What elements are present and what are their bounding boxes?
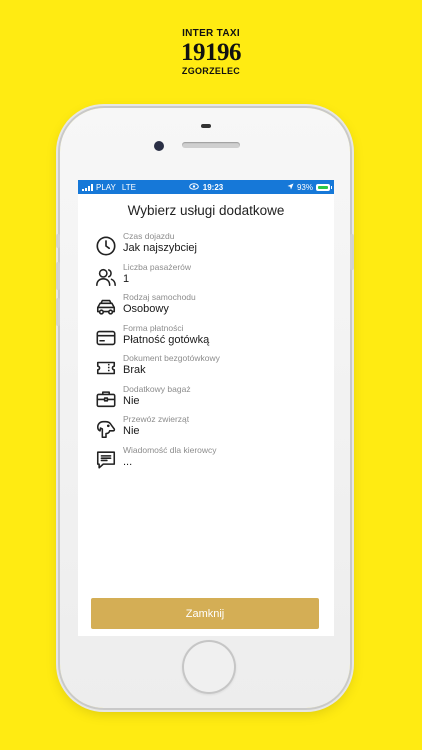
credit-card-icon <box>95 327 117 349</box>
home-button[interactable] <box>182 640 236 694</box>
option-label: Czas dojazdu <box>123 231 175 241</box>
passengers-icon <box>95 266 117 288</box>
network-type: LTE <box>121 182 136 192</box>
brand-logo: INTER TAXI 19196 ZGORZELEC <box>0 28 422 77</box>
option-value: Płatność gotówką <box>123 333 210 346</box>
eye-icon <box>188 182 199 192</box>
phone-volume-down <box>56 298 60 326</box>
phone-power-button <box>350 234 354 270</box>
battery-icon <box>316 183 332 191</box>
option-extra-luggage[interactable]: Dodatkowy bagaż Nie <box>78 384 334 415</box>
brand-number: 19196 <box>181 39 242 66</box>
phone-mute-switch <box>56 234 60 248</box>
location-arrow-icon <box>287 183 294 192</box>
option-label: Rodzaj samochodu <box>123 292 196 302</box>
carrier-name: PLAY <box>96 182 116 192</box>
battery-percent: 93% <box>296 182 313 192</box>
option-label: Liczba pasażerów <box>123 261 192 272</box>
front-camera <box>154 141 164 151</box>
option-value: Brak <box>123 364 146 376</box>
option-pet-transport[interactable]: Przewóz zwierząt Nie <box>78 414 334 445</box>
option-label: Przewóz zwierząt <box>123 414 190 424</box>
option-value: Jak najszybciej <box>123 242 197 254</box>
option-value: Nie <box>123 425 140 437</box>
option-label: Forma płatności <box>123 322 184 333</box>
option-label: Dokument bezgotówkowy <box>123 353 220 363</box>
options-list: Czas dojazdu Jak najszybciej Liczba pasa… <box>78 231 334 475</box>
option-label: Dodatkowy bagaż <box>123 383 191 394</box>
status-time: 19:23 <box>202 182 224 192</box>
option-value: ... <box>123 455 133 468</box>
option-payment-method[interactable]: Forma płatności Płatność gotówką <box>78 323 334 354</box>
signal-icon <box>82 183 93 191</box>
brand-city: ZGORZELEC <box>181 66 241 76</box>
option-driver-message[interactable]: Wiadomość dla kierowcy ... <box>78 445 334 476</box>
option-value: Nie <box>123 394 140 407</box>
option-arrival-time[interactable]: Czas dojazdu Jak najszybciej <box>78 231 334 262</box>
ticket-icon <box>95 357 117 379</box>
close-button[interactable]: Zamknij <box>91 598 319 629</box>
option-passenger-count[interactable]: Liczba pasażerów 1 <box>78 262 334 293</box>
option-label: Wiadomość dla kierowcy <box>123 444 217 455</box>
option-cashless-document[interactable]: Dokument bezgotówkowy Brak <box>78 353 334 384</box>
sheet-title: Wybierz usługi dodatkowe <box>127 203 285 218</box>
phone-earpiece <box>182 142 240 148</box>
briefcase-icon <box>95 388 117 410</box>
message-icon <box>95 449 117 471</box>
option-value: 1 <box>123 272 130 285</box>
dog-icon <box>95 418 117 440</box>
car-icon <box>95 296 117 318</box>
phone-sensor <box>201 124 211 128</box>
phone-screen: PLAY LTE 19:23 93% Wybierz usługi dodatk… <box>78 180 334 636</box>
status-bar: PLAY LTE 19:23 93% <box>78 180 334 194</box>
option-car-type[interactable]: Rodzaj samochodu Osobowy <box>78 292 334 323</box>
clock-icon <box>95 235 117 257</box>
phone-volume-up <box>56 262 60 290</box>
option-value: Osobowy <box>123 303 169 315</box>
